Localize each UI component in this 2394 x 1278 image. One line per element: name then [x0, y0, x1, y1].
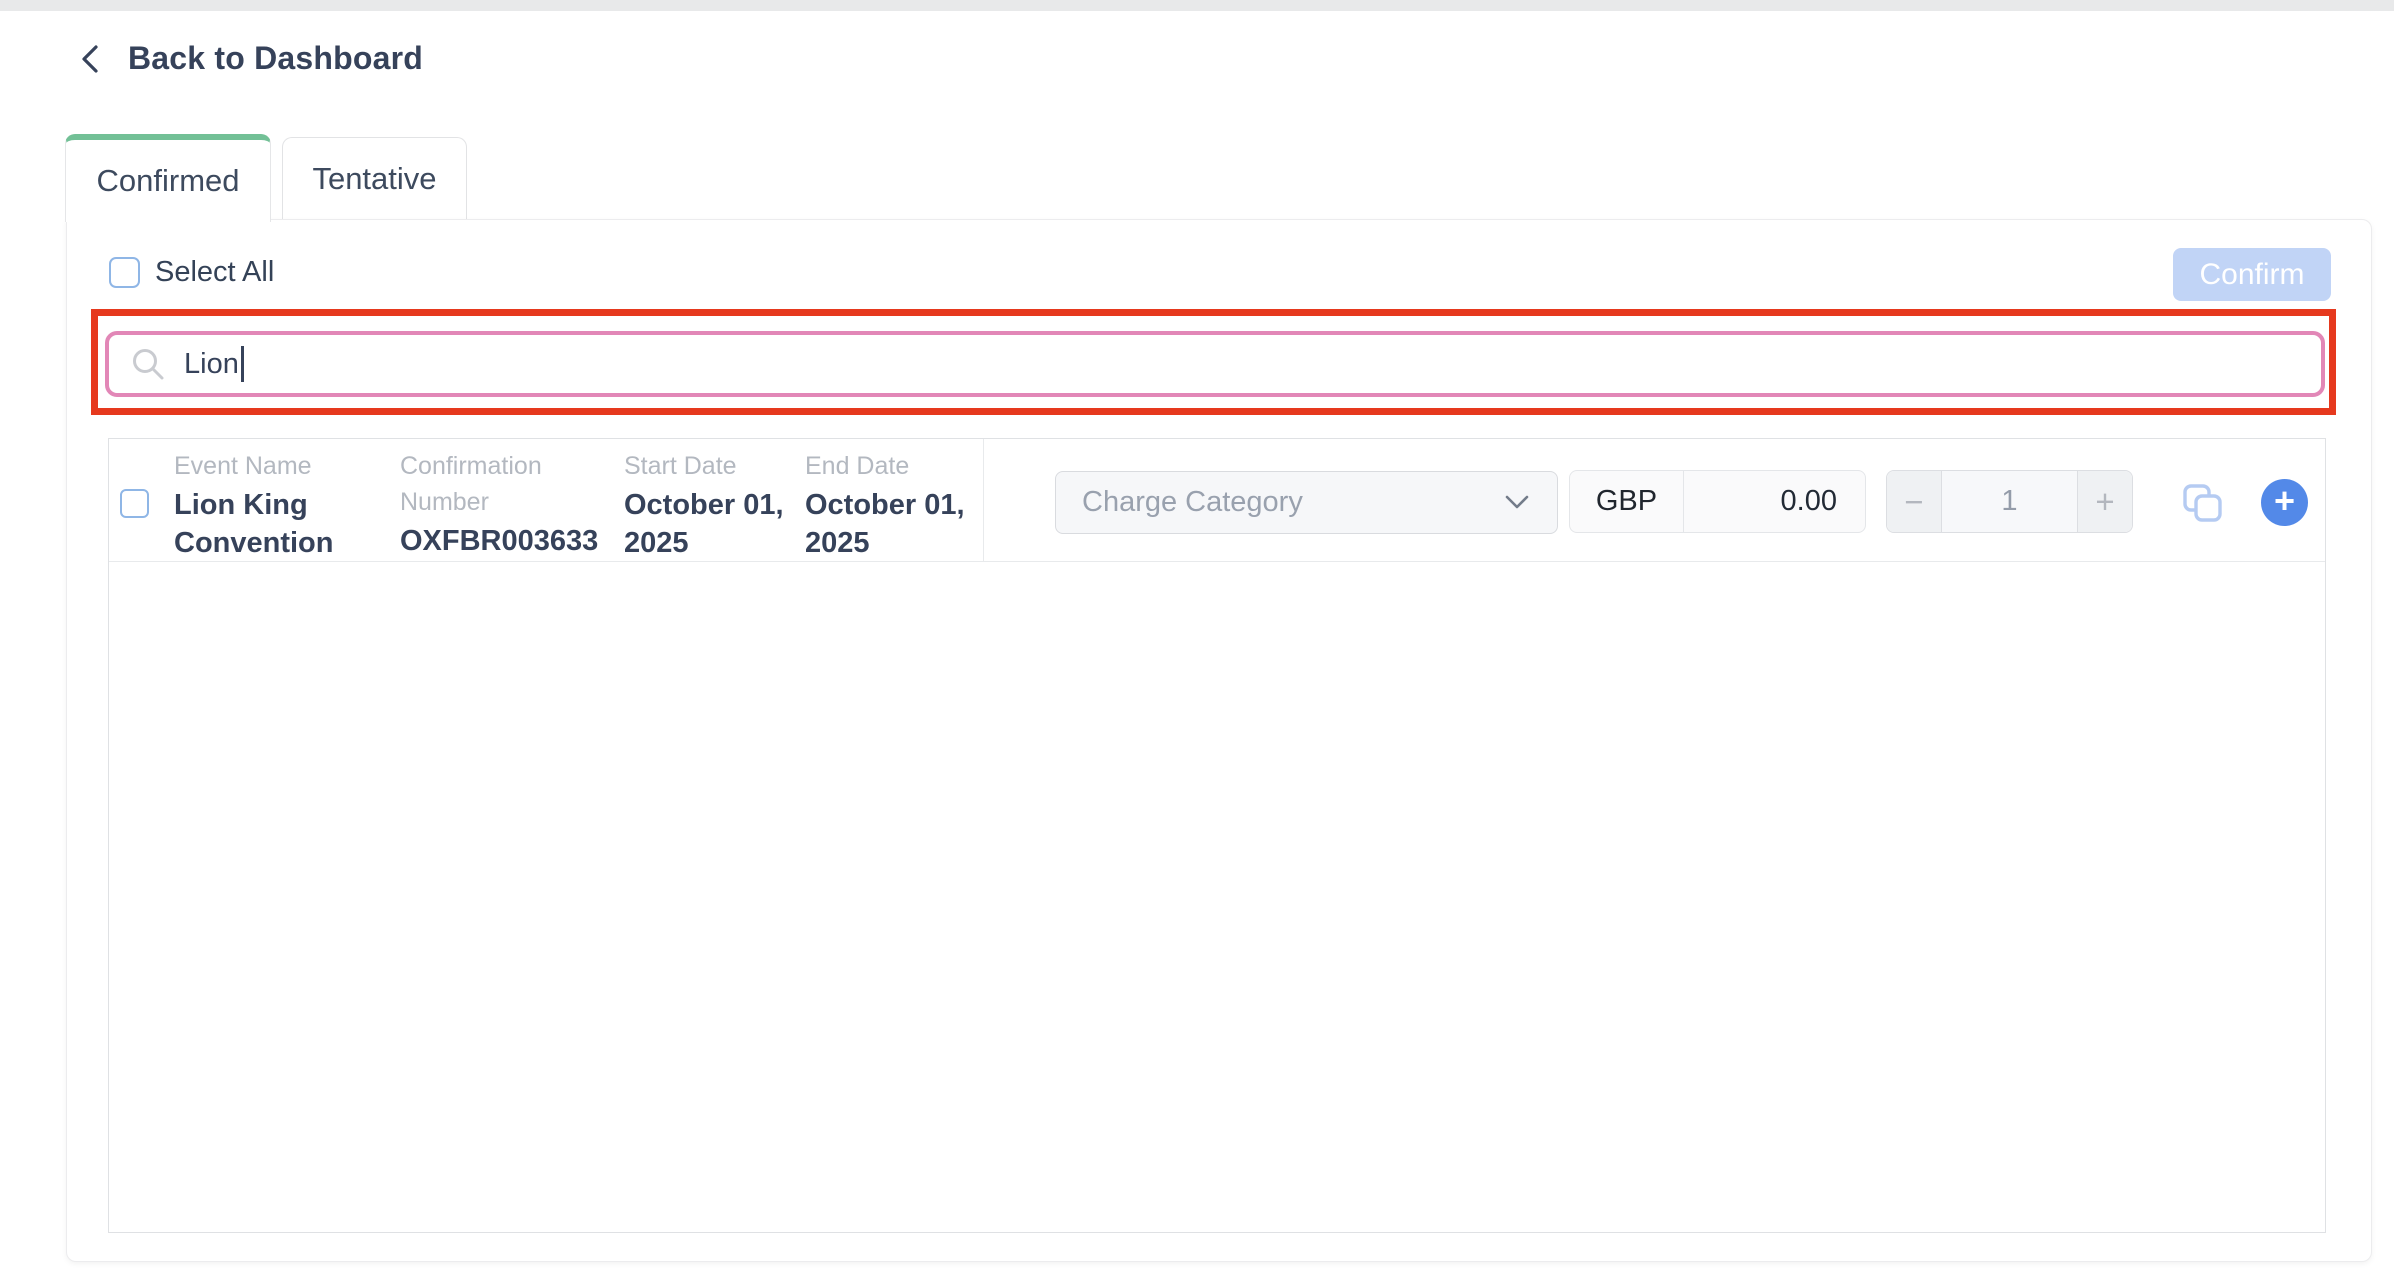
- start-date-value: October 01, 2025: [624, 486, 799, 562]
- start-date-cell: Start Date October 01, 2025: [624, 448, 799, 562]
- confirmation-number-value: OXFBR003633: [400, 522, 612, 560]
- charge-amount-group: GBP 0.00: [1569, 470, 1866, 533]
- start-date-label: Start Date: [624, 448, 799, 484]
- chevron-down-icon: [1503, 493, 1531, 513]
- tab-tentative[interactable]: Tentative: [282, 137, 467, 219]
- search-icon: [130, 346, 166, 382]
- confirm-button[interactable]: Confirm: [2173, 248, 2331, 301]
- select-all-checkbox[interactable]: [109, 257, 140, 288]
- chevron-left-icon: [76, 42, 106, 76]
- row-divider: [983, 439, 984, 562]
- charge-category-select[interactable]: Charge Category: [1055, 471, 1558, 534]
- back-to-dashboard-label: Back to Dashboard: [128, 40, 423, 77]
- top-bar: [0, 0, 2394, 11]
- quantity-increase-button[interactable]: +: [2077, 471, 2132, 532]
- row-checkbox[interactable]: [120, 489, 149, 518]
- end-date-cell: End Date October 01, 2025: [805, 448, 980, 562]
- duplicate-charge-button[interactable]: [2181, 483, 2225, 523]
- tab-confirmed[interactable]: Confirmed: [65, 134, 271, 222]
- quantity-stepper: − 1 +: [1886, 470, 2133, 533]
- end-date-value: October 01, 2025: [805, 486, 980, 562]
- tab-tentative-label: Tentative: [312, 161, 436, 197]
- search-input[interactable]: Lion: [105, 331, 2325, 397]
- plus-icon: +: [2274, 480, 2295, 522]
- text-caret: [241, 346, 244, 382]
- event-name-label: Event Name: [174, 448, 344, 484]
- page: Back to Dashboard Confirmed Tentative Se…: [0, 0, 2394, 1278]
- tab-confirmed-label: Confirmed: [97, 163, 240, 199]
- copy-icon: [2181, 483, 2225, 523]
- charge-category-placeholder: Charge Category: [1082, 486, 1303, 519]
- select-all-control: Select All: [109, 256, 274, 289]
- booking-row: Event Name Lion King Convention Confirma…: [109, 439, 2325, 562]
- event-name-value: Lion King Convention: [174, 486, 344, 562]
- confirmation-number-cell: Confirmation Number OXFBR003633: [400, 448, 612, 560]
- select-all-label: Select All: [155, 256, 274, 289]
- bookings-list: Event Name Lion King Convention Confirma…: [108, 438, 2326, 1233]
- quantity-value[interactable]: 1: [1942, 471, 2077, 532]
- amount-field[interactable]: 0.00: [1684, 471, 1865, 532]
- confirmation-number-label: Confirmation Number: [400, 448, 612, 520]
- end-date-label: End Date: [805, 448, 980, 484]
- currency-code: GBP: [1570, 471, 1684, 532]
- event-name-cell: Event Name Lion King Convention: [174, 448, 344, 562]
- quantity-decrease-button[interactable]: −: [1887, 471, 1942, 532]
- back-to-dashboard-link[interactable]: Back to Dashboard: [76, 40, 423, 77]
- add-charge-button[interactable]: +: [2261, 479, 2308, 526]
- search-value: Lion: [184, 348, 239, 381]
